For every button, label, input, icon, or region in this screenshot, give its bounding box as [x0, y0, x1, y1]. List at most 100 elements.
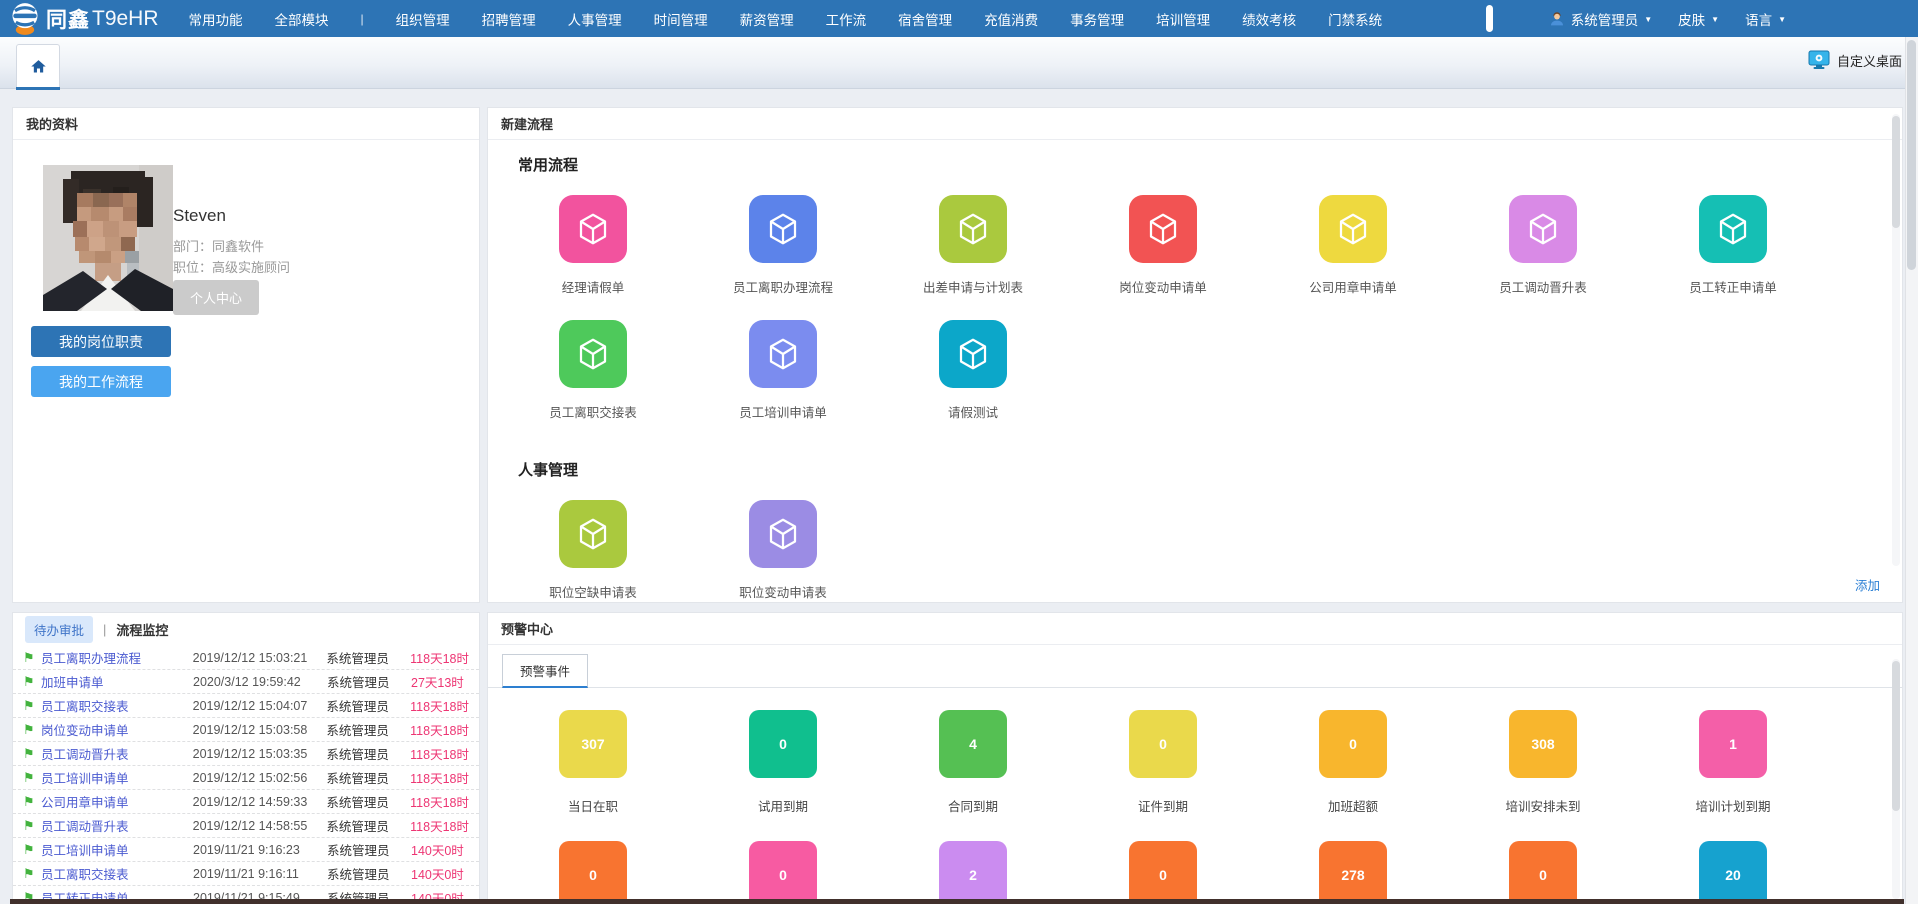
- warning-item[interactable]: 0试用到期: [688, 710, 878, 815]
- page-scrollbar-thumb[interactable]: [1907, 40, 1916, 270]
- process-label: 公司用章申请单: [1309, 277, 1397, 296]
- nav-menu-divider: |: [361, 12, 364, 26]
- warning-item[interactable]: 0: [498, 841, 688, 904]
- nav-item-5[interactable]: 人事管理: [568, 9, 622, 29]
- todo-title-link[interactable]: 岗位变动申请单: [41, 720, 193, 739]
- process-item[interactable]: 请假测试: [878, 320, 1068, 421]
- my-workflow-button[interactable]: 我的工作流程: [31, 366, 171, 397]
- language-menu[interactable]: 语言 ▼: [1745, 9, 1786, 29]
- process-cube-tile: [1509, 195, 1577, 263]
- scrollbar-thumb[interactable]: [1892, 661, 1900, 811]
- todo-user: 系统管理员: [326, 816, 410, 835]
- nav-item-9[interactable]: 宿舍管理: [898, 9, 952, 29]
- home-icon: [30, 58, 47, 75]
- custom-desktop-button[interactable]: 自定义桌面: [1808, 50, 1902, 70]
- nav-item-11[interactable]: 事务管理: [1070, 9, 1124, 29]
- todo-title-link[interactable]: 员工调动晋升表: [41, 816, 193, 835]
- brand-text-light: T9eHR: [92, 7, 159, 31]
- new-process-panel-title: 新建流程: [488, 108, 1902, 140]
- nav-item-6[interactable]: 时间管理: [654, 9, 708, 29]
- todo-row: ⚑员工离职交接表2019/11/21 9:16:11系统管理员140天0时: [13, 862, 479, 886]
- warning-item[interactable]: 0证件到期: [1068, 710, 1258, 815]
- todo-row: ⚑员工离职办理流程2019/12/12 15:03:21系统管理员118天18时: [13, 646, 479, 670]
- process-label: 员工调动晋升表: [1499, 277, 1587, 296]
- process-item[interactable]: 职位空缺申请表: [498, 500, 688, 601]
- scrollbar-thumb[interactable]: [1892, 116, 1900, 228]
- nav-item-10[interactable]: 充值消费: [984, 9, 1038, 29]
- warning-item[interactable]: 0: [688, 841, 878, 904]
- warning-item[interactable]: 20: [1638, 841, 1828, 904]
- panel-scrollbar[interactable]: [1892, 659, 1900, 899]
- flow-grid: 经理请假单员工离职办理流程出差申请与计划表岗位变动申请单公司用章申请单 员工调动晋…: [488, 195, 1902, 445]
- tab-home[interactable]: [16, 44, 60, 88]
- warning-item[interactable]: 2: [878, 841, 1068, 904]
- todo-title-link[interactable]: 员工调动晋升表: [41, 744, 193, 763]
- profile-photo: [43, 165, 173, 311]
- chevron-down-icon: ▼: [1644, 15, 1652, 24]
- process-item[interactable]: 员工调动晋升表: [1448, 195, 1638, 296]
- nav-item-4[interactable]: 招聘管理: [482, 9, 536, 29]
- my-duty-button[interactable]: 我的岗位职责: [31, 326, 171, 357]
- todo-datetime: 2019/11/21 9:16:11: [193, 867, 327, 881]
- profile-panel: 我的资料 Steven: [12, 107, 480, 603]
- todo-user: 系统管理员: [327, 864, 411, 883]
- todo-title-link[interactable]: 员工离职交接表: [41, 696, 193, 715]
- warning-count-tile: 278: [1319, 841, 1387, 904]
- add-process-link[interactable]: 添加: [1855, 575, 1880, 594]
- process-item[interactable]: 员工离职办理流程: [688, 195, 878, 296]
- nav-item-2[interactable]: 全部模块: [275, 9, 329, 29]
- process-item[interactable]: 员工离职交接表: [498, 320, 688, 421]
- tab-warning-events[interactable]: 预警事件: [502, 654, 588, 688]
- process-item[interactable]: 职位变动申请表: [688, 500, 878, 601]
- nav-item-13[interactable]: 绩效考核: [1242, 9, 1296, 29]
- process-item[interactable]: 员工转正申请单: [1638, 195, 1828, 296]
- panel-scrollbar[interactable]: [1892, 114, 1900, 566]
- nav-item-7[interactable]: 薪资管理: [740, 9, 794, 29]
- warning-center-panel: 预警中心 预警事件 307当日在职0试用到期4合同到期0证件到期0加班超额308…: [487, 612, 1903, 904]
- process-item[interactable]: 公司用章申请单: [1258, 195, 1448, 296]
- tab-pending-approval[interactable]: 待办审批: [25, 616, 93, 643]
- warning-item[interactable]: 0: [1448, 841, 1638, 904]
- warning-item[interactable]: 278: [1258, 841, 1448, 904]
- warning-count-tile: 0: [559, 841, 627, 904]
- personal-center-button[interactable]: 个人中心: [173, 280, 259, 315]
- todo-title-link[interactable]: 公司用章申请单: [41, 792, 193, 811]
- nav-item-14[interactable]: 门禁系统: [1328, 9, 1382, 29]
- todo-duration: 118天18时: [410, 816, 469, 835]
- flag-icon: ⚑: [23, 674, 41, 690]
- todo-title-link[interactable]: 加班申请单: [41, 672, 193, 691]
- tab-process-monitor[interactable]: 流程监控: [116, 620, 168, 639]
- process-item[interactable]: 出差申请与计划表: [878, 195, 1068, 296]
- cube-icon: [955, 336, 991, 372]
- process-item[interactable]: 员工培训申请单: [688, 320, 878, 421]
- todo-title-link[interactable]: 员工离职办理流程: [41, 648, 193, 667]
- user-menu[interactable]: 系统管理员 ▼: [1549, 9, 1652, 29]
- warning-item[interactable]: 0加班超额: [1258, 710, 1448, 815]
- todo-panel: 待办审批 | 流程监控 ⚑员工离职办理流程2019/12/12 15:03:21…: [12, 612, 480, 904]
- cube-icon: [955, 211, 991, 247]
- nav-item-12[interactable]: 培训管理: [1156, 9, 1210, 29]
- todo-title-link[interactable]: 员工培训申请单: [41, 768, 193, 787]
- todo-duration: 27天13时: [411, 672, 469, 691]
- warning-item[interactable]: 0: [1068, 841, 1258, 904]
- monitor-gear-icon: [1808, 50, 1830, 70]
- profile-name: Steven: [173, 206, 226, 226]
- warning-item[interactable]: 1培训计划到期: [1638, 710, 1828, 815]
- todo-row: ⚑员工培训申请单2019/12/12 15:02:56系统管理员118天18时: [13, 766, 479, 790]
- warning-tabline: 预警事件: [488, 645, 1902, 688]
- nav-item-8[interactable]: 工作流: [826, 9, 867, 29]
- todo-title-link[interactable]: 员工培训申请单: [41, 840, 193, 859]
- warning-item[interactable]: 4合同到期: [878, 710, 1068, 815]
- app-logo-icon: [10, 1, 40, 37]
- process-item[interactable]: 经理请假单: [498, 195, 688, 296]
- warning-label: 培训计划到期: [1695, 796, 1770, 815]
- page-scrollbar[interactable]: [1905, 37, 1918, 904]
- warning-item[interactable]: 308培训安排未到: [1448, 710, 1638, 815]
- todo-title-link[interactable]: 员工离职交接表: [41, 864, 193, 883]
- process-item[interactable]: 岗位变动申请单: [1068, 195, 1258, 296]
- nav-item-3[interactable]: 组织管理: [396, 9, 450, 29]
- warning-item[interactable]: 307当日在职: [498, 710, 688, 815]
- nav-item-1[interactable]: 常用功能: [189, 9, 243, 29]
- warning-count-tile: 0: [1509, 841, 1577, 904]
- skin-menu[interactable]: 皮肤 ▼: [1678, 9, 1719, 29]
